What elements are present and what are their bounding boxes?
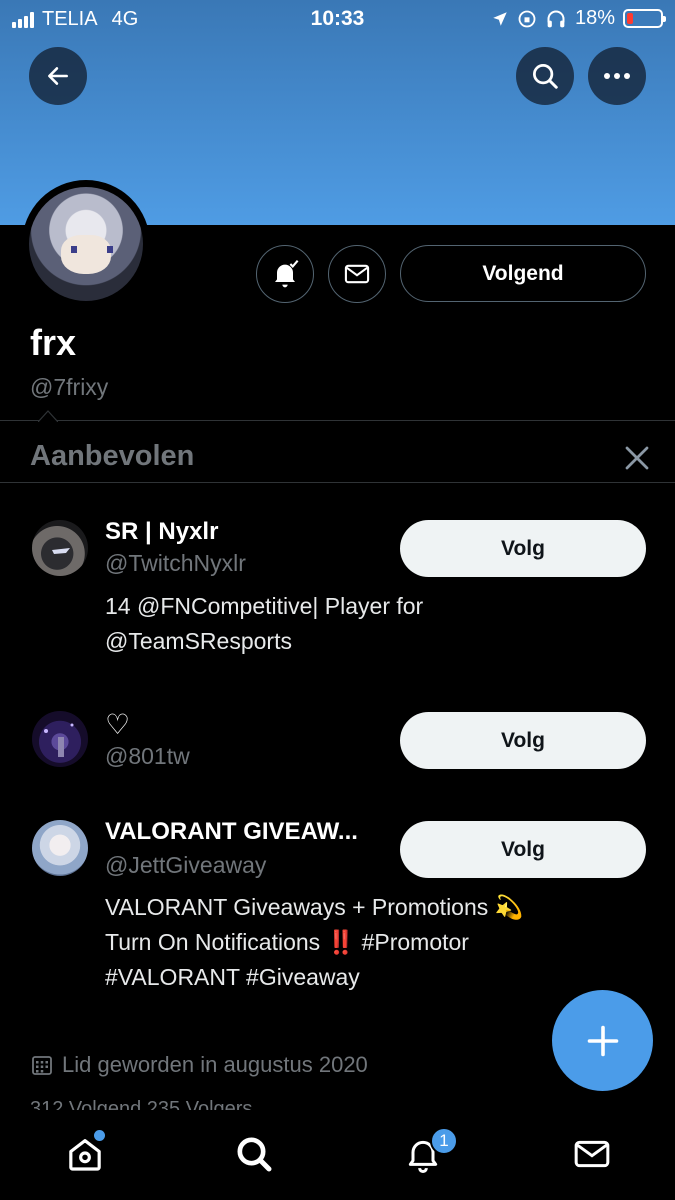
suggestion-name[interactable]: VALORANT GIVEAW... (105, 818, 358, 846)
suggestion-avatar[interactable] (32, 820, 88, 876)
message-button[interactable] (328, 245, 386, 303)
headphones-icon (547, 10, 565, 27)
suggestions-divider (0, 482, 675, 483)
suggestion-handle: @801tw (105, 743, 190, 769)
search-tab-icon (237, 1137, 272, 1172)
suggestion-bio-line: Turn On Notifications ‼️ #Promotor (105, 929, 469, 955)
bottom-tab-bar: 1 (0, 1112, 675, 1200)
search-icon (533, 64, 558, 89)
profile-handle: @7frixy (30, 374, 109, 400)
caret-pointer (38, 410, 58, 422)
back-button[interactable] (29, 47, 87, 105)
display-name: frx (30, 322, 77, 363)
more-icon (604, 73, 630, 79)
calendar-icon (32, 1056, 52, 1075)
plus-icon (587, 1025, 618, 1056)
follow-stats[interactable]: 312 Volgend 235 Volgers (30, 1098, 252, 1110)
tab-search[interactable] (232, 1132, 276, 1176)
location-icon (493, 11, 507, 26)
suggestion-bio: VALORANT Giveaways + Promotions 💫 Turn O… (105, 890, 615, 995)
follow-button[interactable]: Volg (400, 821, 646, 878)
suggestion-bio: 14 @FNCompetitive| Player for @TeamSResp… (105, 589, 615, 659)
follow-button[interactable]: Volg (400, 712, 646, 769)
compose-button[interactable] (552, 990, 653, 1091)
battery-percent: 18% (574, 7, 615, 29)
suggestion-name[interactable]: SR | Nyxlr (105, 518, 218, 546)
section-divider (0, 420, 675, 421)
tab-messages[interactable] (570, 1132, 614, 1176)
suggestion-handle: @JettGiveaway (105, 852, 267, 878)
home-new-dot (94, 1130, 105, 1141)
joined-label: Lid geworden in augustus 2020 (62, 1052, 368, 1077)
status-bar: TELIA 4G 10:33 18% (0, 0, 675, 40)
suggestions-title: Aanbevolen (30, 440, 195, 472)
profile-avatar[interactable] (22, 180, 150, 308)
notifications-toggle-button[interactable] (256, 245, 314, 303)
following-button[interactable]: Volgend (400, 245, 646, 302)
suggestion-bio-line: @TeamSResports (105, 628, 292, 654)
rotation-lock-icon (518, 10, 536, 27)
back-arrow-icon (48, 67, 68, 85)
battery-icon (623, 9, 666, 28)
suggestion-bio-line: #VALORANT #Giveaway (105, 964, 360, 990)
follow-button[interactable]: Volg (400, 520, 646, 577)
notification-badge: 1 (430, 1127, 458, 1155)
mail-tab-icon (574, 1140, 610, 1168)
suggestion-avatar[interactable] (32, 711, 88, 767)
suggestion-avatar[interactable] (32, 520, 88, 576)
suggestion-bio-line: 14 @FNCompetitive| Player for (105, 593, 424, 619)
search-button[interactable] (516, 47, 574, 105)
mail-icon (344, 264, 370, 284)
suggestion-handle: @TwitchNyxlr (105, 550, 246, 576)
close-icon[interactable] (622, 443, 652, 473)
bell-check-icon (275, 259, 299, 288)
more-button[interactable] (588, 47, 646, 105)
suggestion-name[interactable]: ♡ (105, 708, 130, 741)
suggestion-bio-line: VALORANT Giveaways + Promotions 💫 (105, 894, 524, 920)
joined-date: Lid geworden in augustus 2020 (30, 1052, 368, 1078)
